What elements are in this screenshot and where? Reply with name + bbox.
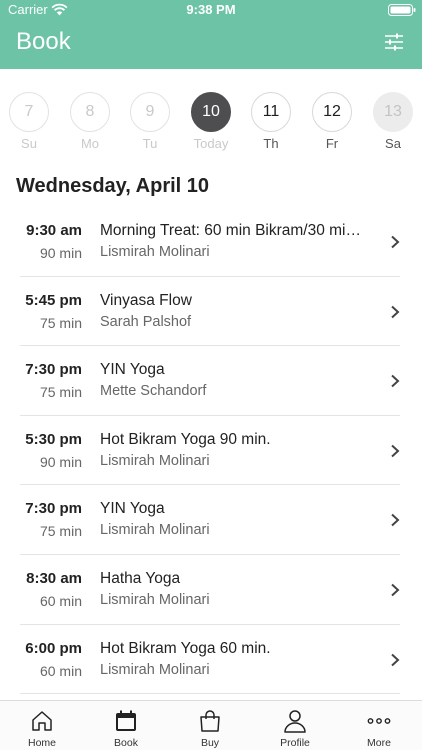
- tab-bar: Home Book Buy Profile More: [0, 700, 422, 750]
- class-instructor: Lismirah Molinari: [100, 452, 210, 469]
- class-duration: 75 min: [39, 314, 82, 331]
- tab-label: Home: [27, 737, 56, 749]
- day-picker-item[interactable]: 7 Su: [9, 92, 49, 151]
- class-name: Hot Bikram Yoga 90 min.: [100, 430, 271, 448]
- page-title: Book: [16, 28, 71, 55]
- day-picker-item[interactable]: 12 Fr: [312, 92, 352, 151]
- class-name: Hot Bikram Yoga 60 min.: [100, 639, 271, 657]
- class-row[interactable]: 7:30 pm 75 min YIN Yoga Lismirah Molinar…: [20, 485, 400, 555]
- day-picker-item[interactable]: 13 Sa: [373, 92, 413, 151]
- class-time: 6:00 pm: [25, 639, 82, 657]
- class-time: 5:30 pm: [25, 430, 82, 448]
- battery-icon: [388, 4, 416, 16]
- day-number: 12: [312, 92, 352, 132]
- class-list: 9:30 am 90 min Morning Treat: 60 min Bik…: [0, 207, 422, 695]
- sliders-icon[interactable]: [384, 33, 404, 51]
- tab-home[interactable]: Home: [0, 701, 84, 750]
- class-time: 7:30 pm: [25, 500, 82, 518]
- class-instructor: Lismirah Molinari: [100, 591, 210, 608]
- day-label: Tu: [142, 136, 158, 151]
- tab-profile[interactable]: Profile: [253, 701, 337, 750]
- day-label: Sa: [385, 136, 401, 151]
- class-row[interactable]: 5:45 pm 75 min Vinyasa Flow Sarah Palsho…: [20, 277, 400, 347]
- chevron-right-icon: [391, 305, 400, 318]
- class-duration: 75 min: [39, 384, 82, 401]
- person-icon: [284, 710, 306, 733]
- chevron-right-icon: [391, 235, 400, 249]
- day-label: Mo: [80, 136, 100, 151]
- calendar-icon: [116, 710, 136, 731]
- class-time: 5:45 pm: [25, 291, 82, 309]
- tab-book[interactable]: Book: [84, 701, 168, 750]
- tab-more[interactable]: More: [337, 701, 421, 750]
- class-row[interactable]: 6:00 pm 60 min Hot Bikram Yoga 60 min. L…: [20, 625, 400, 695]
- class-duration: 60 min: [39, 592, 82, 609]
- day-label: Su: [21, 136, 37, 151]
- tab-label: Buy: [200, 737, 220, 749]
- day-label: Th: [263, 136, 279, 151]
- day-picker-item[interactable]: 11 Th: [251, 92, 291, 151]
- class-name: YIN Yoga: [100, 500, 165, 518]
- tab-label: Book: [114, 737, 138, 749]
- status-bar: Carrier 9:38 PM: [0, 0, 422, 20]
- day-picker-item-today[interactable]: 10 Today: [191, 92, 231, 151]
- class-instructor: Lismirah Molinari: [100, 661, 210, 678]
- day-number: 8: [70, 92, 110, 132]
- status-time: 9:38 PM: [186, 2, 236, 17]
- class-instructor: Sarah Palshof: [100, 313, 192, 330]
- class-time: 9:30 am: [26, 222, 82, 239]
- day-picker-item[interactable]: 9 Tu: [130, 92, 170, 151]
- class-name: Hatha Yoga: [100, 569, 181, 587]
- day-label: Fr: [325, 136, 339, 151]
- date-heading: Wednesday, April 10: [16, 175, 210, 197]
- class-row[interactable]: 7:30 pm 75 min YIN Yoga Mette Schandorf: [20, 346, 400, 416]
- chevron-right-icon: [391, 444, 400, 458]
- class-row[interactable]: 5:30 pm 90 min Hot Bikram Yoga 90 min. L…: [20, 416, 400, 486]
- class-instructor: Mette Schandorf: [100, 383, 207, 400]
- class-duration: 90 min: [39, 245, 82, 261]
- class-instructor: Lismirah Molinari: [100, 522, 210, 539]
- day-number: 11: [251, 92, 291, 132]
- shopping-bag-icon: [200, 710, 220, 732]
- tab-buy[interactable]: Buy: [168, 701, 252, 750]
- class-row[interactable]: 9:30 am 90 min Morning Treat: 60 min Bik…: [20, 207, 400, 277]
- chevron-right-icon: [391, 374, 400, 388]
- class-time: 7:30 pm: [25, 361, 82, 379]
- day-number: 9: [130, 92, 170, 132]
- tab-label: More: [367, 737, 391, 749]
- day-picker-item[interactable]: 8 Mo: [70, 92, 110, 151]
- class-time: 8:30 am: [26, 569, 82, 587]
- class-duration: 75 min: [39, 523, 82, 540]
- class-duration: 60 min: [39, 662, 82, 679]
- day-number: 10: [191, 92, 231, 132]
- app-header: Carrier 9:38 PM Book: [0, 0, 422, 69]
- tab-label: Profile: [280, 737, 310, 749]
- class-instructor: Lismirah Molinari: [100, 244, 210, 260]
- class-duration: 90 min: [39, 453, 82, 470]
- chevron-right-icon: [391, 514, 400, 527]
- class-name: Vinyasa Flow: [100, 291, 192, 309]
- day-number: 7: [9, 92, 49, 132]
- chevron-right-icon: [391, 583, 400, 597]
- class-name: YIN Yoga: [100, 361, 165, 379]
- day-label: Today: [193, 136, 229, 151]
- home-icon: [32, 711, 52, 731]
- more-dots-icon: [367, 718, 391, 724]
- day-number: 13: [373, 92, 413, 132]
- class-name: Morning Treat: 60 min Bikram/30 min Yin: [100, 222, 368, 239]
- chevron-right-icon: [391, 653, 400, 666]
- class-row[interactable]: 8:30 am 60 min Hatha Yoga Lismirah Molin…: [20, 555, 400, 625]
